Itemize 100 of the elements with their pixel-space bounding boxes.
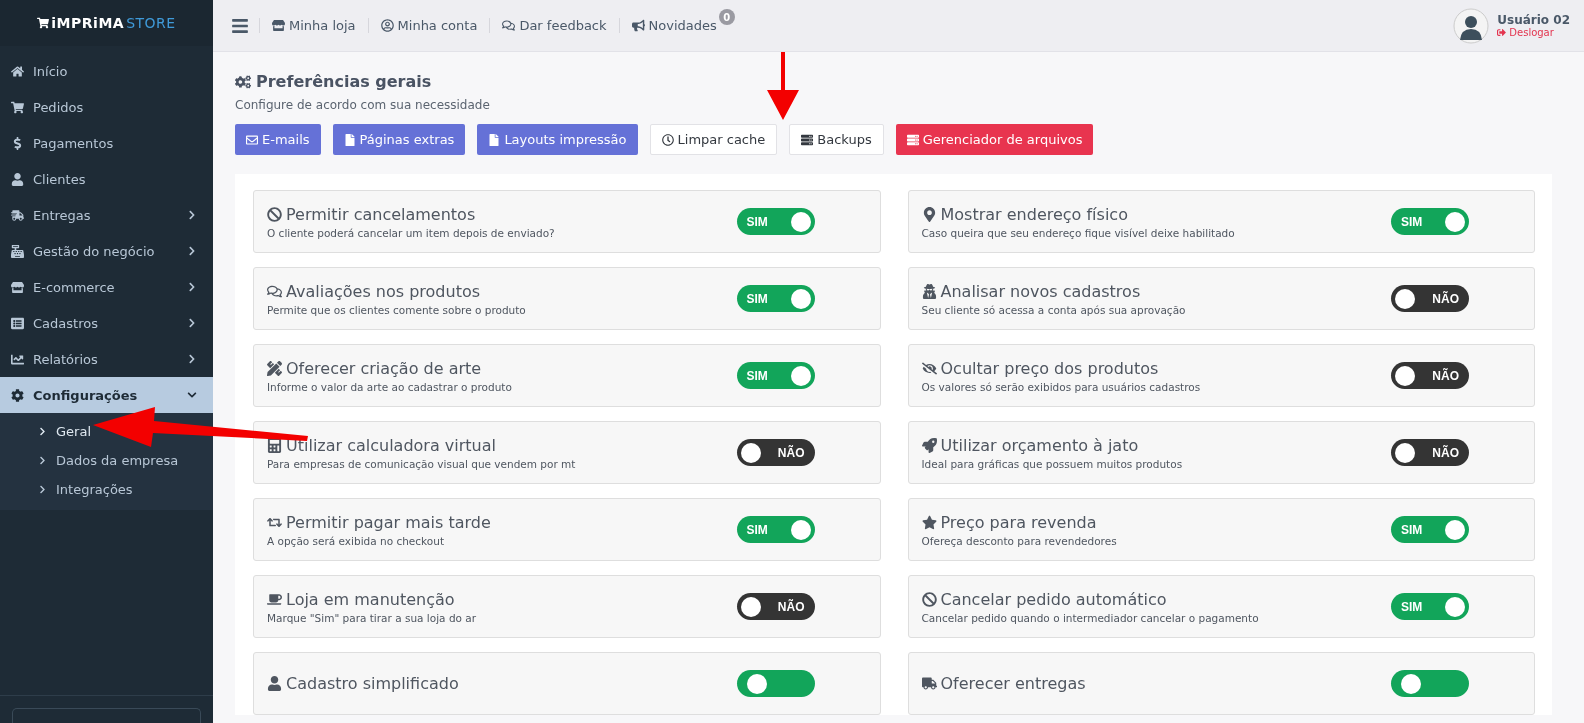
dollar-icon: [11, 136, 24, 150]
setting-title: Utilizar calculadora virtual: [267, 435, 737, 455]
map-pin-icon: [921, 206, 937, 222]
action-button[interactable]: Limpar cache: [649, 124, 778, 155]
toggle-switch[interactable]: NÃO: [736, 439, 815, 466]
ban-icon: [267, 206, 282, 222]
setting-title: Loja em manutenção: [267, 589, 737, 609]
envelope-icon: [246, 133, 258, 146]
top-link[interactable]: Dar feedback: [489, 18, 619, 33]
cart-icon: [37, 17, 50, 29]
logo-text: iMPRiMA: [51, 15, 125, 31]
page-title: Preferências gerais: [235, 72, 1552, 91]
logout-link[interactable]: Deslogar: [1497, 27, 1570, 38]
clock-icon: [661, 133, 674, 146]
setting-title: Oferecer entregas: [921, 674, 1391, 693]
sidebar-item[interactable]: Entregas: [0, 197, 213, 233]
user-name: Usuário 02: [1497, 13, 1570, 27]
top-link[interactable]: Minha loja: [259, 18, 368, 33]
sidebar-item[interactable]: Pedidos: [0, 89, 213, 125]
coffee-icon: [267, 591, 282, 607]
setting-title: Permitir pagar mais tarde: [267, 512, 737, 532]
sidebar-label: Gestão do negócio: [33, 243, 156, 259]
toggle-switch[interactable]: NÃO: [736, 593, 815, 620]
setting-description: O cliente poderá cancelar um item depois de enviado?: [267, 226, 556, 239]
count-badge: 0: [718, 9, 735, 25]
store-icon: [272, 19, 285, 32]
store-icon: [11, 280, 24, 294]
cash-register-icon: [11, 244, 24, 258]
sidebar-item[interactable]: Relatórios: [0, 341, 213, 377]
sidebar-label: Relatórios: [33, 351, 99, 367]
sidebar-label: Pedidos: [33, 99, 85, 115]
action-button[interactable]: Layouts impressão: [477, 124, 638, 155]
setting-description: Seu cliente só acessa a conta após sua aprovação: [921, 303, 1187, 316]
house-icon: [11, 64, 24, 78]
chevron-right-icon: [187, 282, 197, 292]
chevron-right-icon: [38, 485, 47, 494]
calculator-icon: [267, 437, 282, 453]
toggle-switch[interactable]: NÃO: [1391, 439, 1469, 466]
sidebar-item[interactable]: Pagamentos: [0, 125, 213, 161]
top-link[interactable]: Minha conta: [367, 18, 490, 33]
action-button[interactable]: Páginas extras: [332, 124, 466, 155]
setting-description: Ofereça desconto para revendedores: [921, 534, 1118, 547]
sidebar-item[interactable]: Cadastros: [0, 305, 213, 341]
setting-title: Cancelar pedido automático: [921, 589, 1391, 609]
toggle-switch[interactable]: NÃO: [1391, 362, 1469, 389]
page-subtitle: Configure de acordo com sua necessidade: [235, 98, 491, 112]
setting-title: Oferecer criação de arte: [267, 358, 737, 378]
server-icon: [801, 133, 814, 146]
setting-title: Permitir cancelamentos: [267, 204, 737, 224]
file-icon: [343, 133, 356, 146]
submenu-item[interactable]: Integrações: [0, 475, 137, 504]
file-icon: [488, 133, 501, 146]
sidebar-item[interactable]: Configurações: [0, 377, 213, 413]
person-icon: [11, 172, 24, 186]
ban-icon: [921, 591, 937, 607]
gear-icon: [11, 388, 24, 402]
chart-icon: [11, 352, 24, 366]
sidebar-label: Pagamentos: [33, 135, 115, 151]
spy-icon: [921, 283, 937, 299]
sidebar-label: Cadastros: [33, 315, 99, 331]
chevron-right-icon: [187, 318, 197, 328]
setting-description: Informe o valor da arte ao cadastrar o produto: [267, 380, 513, 393]
submenu-label: Integrações: [56, 482, 133, 497]
megaphone-icon: [631, 19, 645, 32]
toggle-switch[interactable]: [1391, 670, 1469, 697]
sidebar-item[interactable]: E-commerce: [0, 269, 213, 305]
list-icon: [11, 316, 24, 330]
pencil-ruler-icon: [267, 360, 282, 376]
toggle-switch[interactable]: [736, 670, 815, 697]
submenu-item[interactable]: Geral: [0, 417, 95, 446]
submenu-item[interactable]: Dados da empresa: [0, 446, 183, 475]
setting-description: Cancelar pedido quando o intermediador cancelar o pagamento: [921, 611, 1260, 624]
setting-title: Cadastro simplificado: [267, 674, 737, 693]
setting-description: Os valores só serão exibidos para usuários cadastros: [921, 380, 1202, 393]
chevron-right-icon: [187, 210, 197, 220]
setting-title: Mostrar endereço físico: [921, 204, 1391, 224]
chevron-right-icon: [187, 246, 197, 256]
sidebar-item[interactable]: Gestão do negócio: [0, 233, 213, 269]
sidebar-label: Clientes: [33, 171, 87, 187]
toggle-switch[interactable]: NÃO: [1391, 285, 1469, 312]
gears-icon: [235, 73, 251, 90]
cart-icon: [11, 100, 24, 114]
sidebar-item[interactable]: Início: [0, 53, 213, 89]
avatar-icon: [1453, 7, 1490, 44]
eye-slash-icon: [921, 360, 937, 376]
setting-description: A opção será exibida no checkout: [267, 534, 445, 547]
action-button[interactable]: Backups: [789, 124, 884, 155]
menu-icon: [231, 16, 249, 35]
logout-icon: [1497, 28, 1507, 37]
setting-description: Para empresas de comunicação visual que vendem por mt: [267, 457, 577, 470]
sidebar-item[interactable]: Clientes: [0, 161, 213, 197]
submenu-label: Dados da empresa: [56, 453, 179, 468]
action-button[interactable]: E-mails: [235, 124, 321, 155]
setting-title: Avaliações nos produtos: [267, 281, 737, 301]
setting-title: Utilizar orçamento à jato: [921, 435, 1391, 455]
truck-icon: [11, 208, 24, 222]
person-icon: [267, 676, 282, 691]
setting-description: Marque "Sim" para tirar a sua loja do ar: [267, 611, 478, 624]
truck-icon: [921, 676, 937, 691]
action-button[interactable]: Gerenciador de arquivos: [895, 124, 1094, 155]
